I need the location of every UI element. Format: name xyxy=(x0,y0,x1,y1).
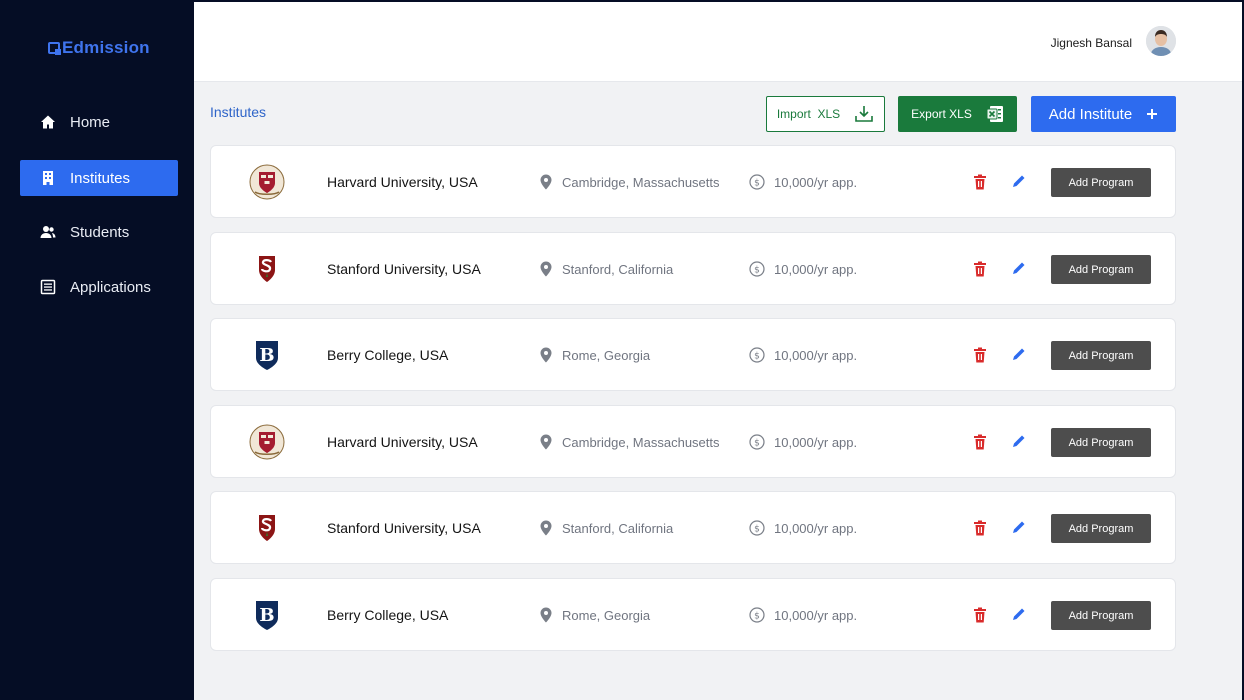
harvard-crest-icon xyxy=(249,164,285,200)
export-xls-label: Export XLS xyxy=(911,107,972,121)
dollar-icon: $ xyxy=(749,520,765,536)
import-xls-button[interactable]: Import XLS xyxy=(766,96,885,132)
svg-text:$: $ xyxy=(754,525,760,535)
dollar-icon: $ xyxy=(749,347,765,363)
edit-pencil-icon[interactable] xyxy=(1012,174,1026,188)
logo-mark-icon xyxy=(48,42,61,55)
sidebar-item-label: Students xyxy=(70,223,130,241)
add-program-button[interactable]: Add Program xyxy=(1051,341,1151,370)
institute-name: Stanford University, USA xyxy=(327,520,481,536)
svg-text:$: $ xyxy=(754,266,760,276)
berry-crest-icon: B xyxy=(256,601,278,630)
institute-fee: 10,000/yr app. xyxy=(774,608,858,623)
list-item[interactable]: Stanford University, USA Stanford, Calif… xyxy=(210,491,1176,564)
building-icon xyxy=(43,171,53,185)
brand-logo[interactable]: Edmission xyxy=(48,38,150,58)
svg-text:B: B xyxy=(259,605,274,626)
trash-icon[interactable] xyxy=(973,434,987,450)
sidebar: Edmission Home Institutes Students Appli… xyxy=(0,0,194,700)
svg-text:B: B xyxy=(259,345,274,366)
svg-text:$: $ xyxy=(754,179,760,189)
users-icon xyxy=(40,226,56,238)
list-item[interactable]: B Berry College, USA Rome, Georgia $ 10,… xyxy=(210,318,1176,391)
sidebar-item-label: Institutes xyxy=(70,169,131,187)
institute-fee: 10,000/yr app. xyxy=(774,348,858,363)
trash-icon[interactable] xyxy=(973,174,987,190)
institute-location: Stanford, California xyxy=(562,521,674,536)
location-pin-icon xyxy=(540,607,552,623)
add-institute-button[interactable]: Add Institute xyxy=(1031,96,1176,132)
edit-pencil-icon[interactable] xyxy=(1012,434,1026,448)
institute-fee: 10,000/yr app. xyxy=(774,435,858,450)
user-avatar-icon xyxy=(1146,26,1176,56)
stanford-crest-icon xyxy=(259,515,275,541)
institute-fee: 10,000/yr app. xyxy=(774,521,858,536)
add-institute-label: Add Institute xyxy=(1048,105,1133,123)
institute-name: Stanford University, USA xyxy=(327,261,481,277)
institute-location: Rome, Georgia xyxy=(562,608,651,623)
svg-text:$: $ xyxy=(754,439,760,449)
institute-location: Rome, Georgia xyxy=(562,348,651,363)
dollar-icon: $ xyxy=(749,174,765,190)
home-icon xyxy=(41,115,55,129)
list-item[interactable]: B Berry College, USA Rome, Georgia $ 10,… xyxy=(210,578,1176,651)
list-icon xyxy=(40,279,56,295)
list-item[interactable]: Harvard University, USA Cambridge, Massa… xyxy=(210,405,1176,478)
add-program-button[interactable]: Add Program xyxy=(1051,168,1151,197)
top-bar: Jignesh Bansal xyxy=(194,2,1242,82)
sidebar-item-applications[interactable]: Applications xyxy=(20,269,178,305)
location-pin-icon xyxy=(540,347,552,363)
plus-icon xyxy=(1147,109,1158,119)
dollar-icon: $ xyxy=(749,607,765,623)
list-item[interactable]: Harvard University, USA Cambridge, Massa… xyxy=(210,145,1176,218)
avatar[interactable] xyxy=(1146,26,1176,56)
dollar-icon: $ xyxy=(749,434,765,450)
location-pin-icon xyxy=(540,261,552,277)
trash-icon[interactable] xyxy=(973,261,987,277)
edit-pencil-icon[interactable] xyxy=(1012,607,1026,621)
add-program-button[interactable]: Add Program xyxy=(1051,601,1151,630)
user-name[interactable]: Jignesh Bansal xyxy=(1051,36,1132,50)
sidebar-item-label: Home xyxy=(70,113,111,131)
edit-pencil-icon[interactable] xyxy=(1012,520,1026,534)
svg-text:$: $ xyxy=(754,612,760,622)
sidebar-item-label: Applications xyxy=(70,278,151,296)
stanford-crest-icon xyxy=(259,256,275,282)
list-item[interactable]: Stanford University, USA Stanford, Calif… xyxy=(210,232,1176,305)
edit-pencil-icon[interactable] xyxy=(1012,261,1026,275)
institute-location: Cambridge, Massachusetts xyxy=(562,175,720,190)
location-pin-icon xyxy=(540,520,552,536)
add-program-button[interactable]: Add Program xyxy=(1051,428,1151,457)
institute-fee: 10,000/yr app. xyxy=(774,262,858,277)
dollar-icon: $ xyxy=(749,261,765,277)
import-xls-label: Import XLS xyxy=(776,107,841,121)
institute-name: Berry College, USA xyxy=(327,347,449,363)
edit-pencil-icon[interactable] xyxy=(1012,347,1026,361)
sidebar-item-students[interactable]: Students xyxy=(20,214,178,250)
institute-name: Harvard University, USA xyxy=(327,434,478,450)
sidebar-item-institutes[interactable]: Institutes xyxy=(20,160,178,196)
institute-location: Stanford, California xyxy=(562,262,674,277)
institute-fee: 10,000/yr app. xyxy=(774,175,858,190)
trash-icon[interactable] xyxy=(973,607,987,623)
trash-icon[interactable] xyxy=(973,347,987,363)
export-xls-button[interactable]: Export XLS xyxy=(898,96,1017,132)
trash-icon[interactable] xyxy=(973,520,987,536)
location-pin-icon xyxy=(540,174,552,190)
add-program-button[interactable]: Add Program xyxy=(1051,255,1151,284)
institute-location: Cambridge, Massachusetts xyxy=(562,435,720,450)
institute-name: Harvard University, USA xyxy=(327,174,478,190)
page-title: Institutes xyxy=(210,104,267,120)
location-pin-icon xyxy=(540,434,552,450)
add-program-button[interactable]: Add Program xyxy=(1051,514,1151,543)
sidebar-item-home[interactable]: Home xyxy=(20,104,178,140)
brand-name: Edmission xyxy=(62,38,150,57)
excel-icon xyxy=(986,106,1003,122)
berry-crest-icon: B xyxy=(256,341,278,370)
harvard-crest-icon xyxy=(249,424,285,460)
institute-name: Berry College, USA xyxy=(327,607,449,623)
download-icon xyxy=(855,106,873,122)
svg-text:$: $ xyxy=(754,352,760,362)
